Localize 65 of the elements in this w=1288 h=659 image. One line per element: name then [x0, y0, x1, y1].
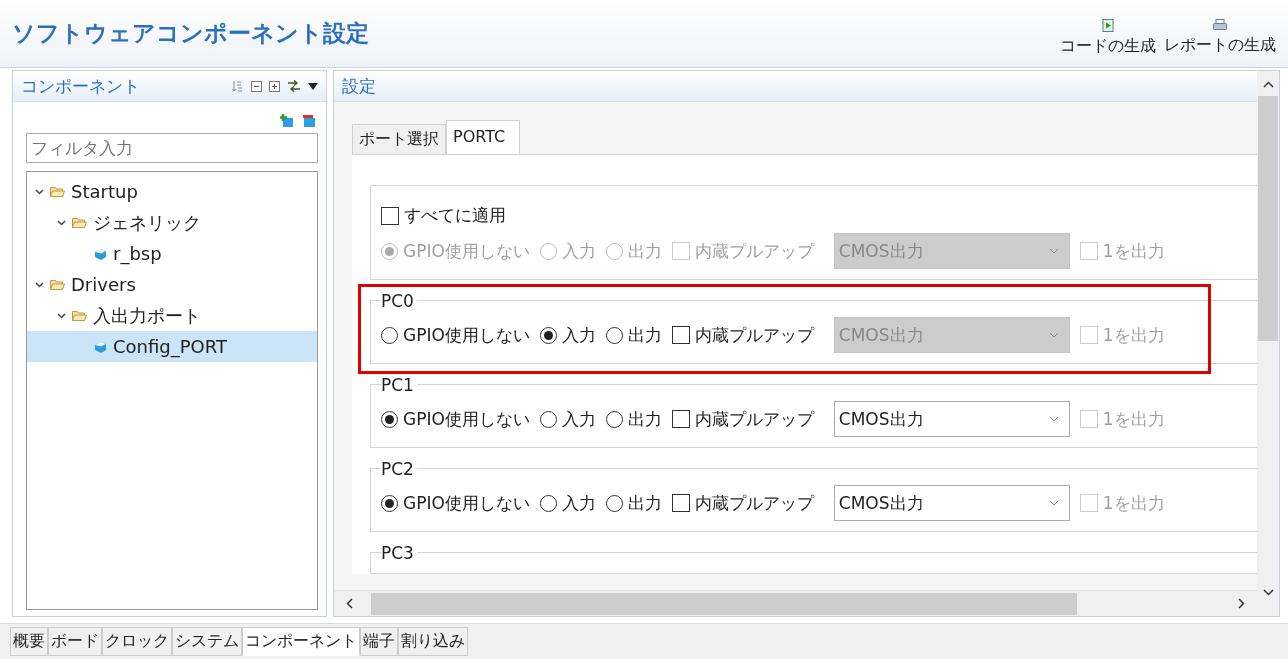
radio-option[interactable]: GPIO使用しない: [381, 323, 530, 347]
chevron-down-icon: [1048, 500, 1059, 506]
editor-tab[interactable]: 概要: [10, 627, 48, 656]
tree-item[interactable]: Config_PORT: [27, 331, 317, 362]
radio-option[interactable]: 入力: [539, 323, 596, 347]
scroll-down-icon[interactable]: [1262, 589, 1274, 596]
chevron-down-icon: [1048, 416, 1059, 422]
collapse-icon[interactable]: [251, 80, 262, 92]
editor-tab[interactable]: コンポーネント: [242, 627, 360, 656]
panel-title: コンポーネント: [21, 74, 140, 98]
output-mode-dropdown[interactable]: CMOS出力: [833, 401, 1070, 437]
tab[interactable]: PORTC: [446, 120, 521, 154]
chevron-down-icon: [1048, 332, 1059, 338]
tree-item[interactable]: ジェネリック: [27, 207, 317, 238]
horizontal-scrollbar[interactable]: [334, 590, 1257, 616]
radio-option[interactable]: GPIO使用しない: [381, 407, 530, 431]
radio-option[interactable]: 入力: [539, 407, 596, 431]
sync-arrows-icon[interactable]: [287, 80, 301, 92]
remove-component-icon[interactable]: [302, 114, 316, 127]
add-component-icon[interactable]: [280, 114, 294, 127]
tree-item[interactable]: 入出力ポート: [27, 300, 317, 331]
apply-all-checkbox[interactable]: すべてに適用: [381, 204, 1257, 227]
editor-tab[interactable]: システム: [172, 627, 242, 656]
scroll-up-icon[interactable]: [1262, 81, 1274, 88]
output-mode-dropdown[interactable]: CMOS出力: [833, 485, 1070, 521]
tab[interactable]: ポート選択: [352, 124, 446, 154]
radio-option[interactable]: 出力: [605, 491, 662, 515]
folder-icon: [72, 310, 87, 321]
radio-option[interactable]: 出力: [605, 323, 662, 347]
editor-tab[interactable]: ボード: [48, 627, 102, 656]
chevron-icon[interactable]: [35, 188, 44, 195]
pullup-checkbox[interactable]: 内蔵プルアップ: [671, 407, 814, 431]
toolbar-button[interactable]: コードの生成: [1060, 19, 1156, 57]
folder-icon: [50, 186, 65, 197]
cube-icon: [94, 247, 107, 260]
panel-title: 設定: [342, 74, 376, 98]
vertical-scrollbar[interactable]: [1257, 71, 1279, 616]
expand-icon[interactable]: [269, 80, 280, 92]
editor-tab[interactable]: クロック: [102, 627, 172, 656]
cube-icon: [94, 340, 107, 353]
folder-icon: [72, 217, 87, 228]
chevron-down-icon: [1048, 248, 1059, 254]
chevron-icon[interactable]: [57, 219, 66, 226]
scroll-right-icon[interactable]: [1238, 598, 1245, 609]
tree-item[interactable]: Startup: [27, 176, 317, 207]
scroll-left-icon[interactable]: [346, 598, 353, 609]
printer-icon: [1213, 19, 1227, 31]
document-play-icon: [1102, 19, 1114, 32]
filter-field[interactable]: フィルタ入力: [26, 133, 318, 163]
checkbox[interactable]: [381, 206, 399, 225]
pullup-checkbox[interactable]: 内蔵プルアップ: [671, 323, 814, 347]
dropdown-icon[interactable]: [308, 82, 318, 90]
radio-option[interactable]: 入力: [539, 491, 596, 515]
toolbar-button[interactable]: レポートの生成: [1164, 19, 1276, 57]
chevron-icon[interactable]: [35, 281, 44, 288]
chevron-icon[interactable]: [57, 312, 66, 319]
radio-option[interactable]: GPIO使用しない: [381, 491, 530, 515]
editor-tab[interactable]: 割り込み: [398, 627, 468, 656]
editor-tab[interactable]: 端子: [360, 627, 398, 656]
folder-icon: [50, 279, 65, 290]
tree-item[interactable]: Drivers: [27, 269, 317, 300]
radio-option[interactable]: 出力: [605, 407, 662, 431]
page-title: ソフトウェアコンポーネント設定: [12, 19, 369, 48]
pullup-checkbox[interactable]: 内蔵プルアップ: [671, 491, 814, 515]
tree-item[interactable]: r_bsp: [27, 238, 317, 269]
